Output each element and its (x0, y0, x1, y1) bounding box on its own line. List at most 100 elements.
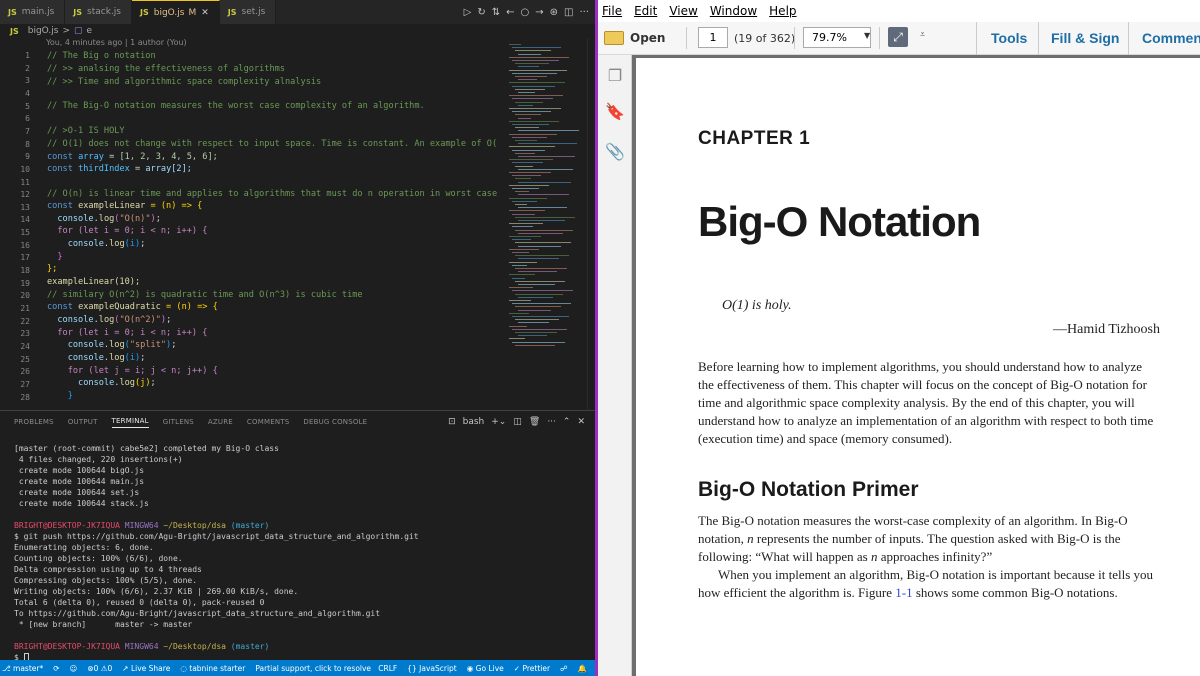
panel-tab-debug-console[interactable]: DEBUG CONSOLE (303, 418, 367, 426)
js-file-icon: JS (227, 7, 237, 17)
sync-icon[interactable]: ⟳ (53, 664, 59, 673)
split-editor-icon[interactable]: ◫ (564, 7, 573, 18)
minimap-line (518, 53, 541, 55)
minimap-line (512, 200, 537, 202)
panel-tab-gitlens[interactable]: GITLENS (163, 418, 194, 426)
zoom-input[interactable]: 79.7% ▼ (803, 27, 871, 48)
more-icon[interactable]: ··· (547, 417, 556, 427)
new-terminal-icon[interactable]: +⌄ (491, 417, 506, 427)
line-number: 17 (20, 253, 30, 263)
minimap-line (518, 168, 573, 170)
terminal-panel: PROBLEMS OUTPUT TERMINAL GITLENS AZURE COMMEN… (0, 410, 595, 663)
breadcrumb-symbol[interactable]: e (87, 26, 93, 36)
trash-icon[interactable]: 🗑 (529, 417, 540, 427)
eol-indicator[interactable]: CRLF (378, 664, 397, 673)
editor-actions: ▷ ↻ ⇅ ← ○ → ⊛ ◫ ··· (464, 0, 589, 24)
comment-tab[interactable]: Commen (1142, 30, 1200, 46)
code-editor[interactable]: 1 2 3 4 5 6 7 8 9 10 11 12 13 14 15 16 17 18 19 20 21 22 23 24 2… (0, 49, 505, 409)
panel-tab-problems[interactable]: PROBLEMS (14, 418, 54, 426)
bookmark-icon[interactable]: 🔖 (605, 101, 625, 121)
menu-edit[interactable]: Edit (634, 4, 657, 18)
editor-scrollbar[interactable] (587, 38, 595, 410)
tab-bigo-js[interactable]: JS bigO.js M ✕ (132, 0, 220, 24)
tab-stack-js[interactable]: JS stack.js (65, 0, 132, 24)
line-number: 19 (20, 278, 30, 288)
notifications-icon[interactable]: 🔔 (578, 664, 587, 673)
terminal-output[interactable]: [master (root-commit) cabe5e2] completed… (14, 443, 584, 663)
shell-name[interactable]: bash (463, 417, 485, 427)
language-mode[interactable]: {} JavaScript (407, 664, 457, 673)
toolbar-overflow-icon[interactable]: ⩡ (920, 30, 925, 40)
terminal-line: To https://github.com/Agu-Bright/javascr… (14, 609, 381, 618)
code-line: for (let i = 0; i < n; i++) { (57, 328, 208, 338)
panel-tab-terminal[interactable]: TERMINAL (111, 417, 149, 428)
attachment-icon[interactable]: 📎 (605, 141, 625, 161)
git-lens-icon[interactable]: ⊛ (550, 7, 558, 18)
pdf-page: CHAPTER 1 Big-O Notation O(1) is holy. —… (636, 58, 1200, 676)
minimap-line (515, 114, 541, 116)
code-line: exampleLinear(10); (47, 277, 141, 287)
prettier-status[interactable]: ✓ Prettier (514, 664, 550, 673)
go-live-button[interactable]: ◉ Go Live (467, 664, 504, 673)
line-number: 21 (20, 304, 30, 313)
panel-tab-azure[interactable]: AZURE (208, 418, 233, 426)
close-panel-icon[interactable]: ✕ (577, 417, 585, 427)
zoom-value: 79.7% (812, 31, 847, 44)
open-button[interactable]: Open (604, 28, 665, 48)
breadcrumb-file[interactable]: bigO.js (28, 26, 59, 36)
minimap-line (512, 98, 553, 100)
toolbar: Open 1 (19 of 362) 79.7% ▼ ⤢ ⩡ Tools Fill… (598, 22, 1200, 55)
timeline-icon[interactable]: ↻ (477, 7, 485, 18)
toolbar-separator (686, 27, 687, 49)
nav-dot-icon[interactable]: ○ (520, 7, 529, 18)
accounts-icon[interactable]: ☺ (70, 664, 78, 673)
tab-main-js[interactable]: JS main.js (0, 0, 66, 24)
page-number-input[interactable]: 1 (698, 27, 728, 48)
problems-count[interactable]: ⊗0 ⚠0 (87, 664, 112, 673)
git-blame-annotation[interactable]: You, 4 minutes ago | 1 author (You) (46, 38, 187, 47)
chevron-down-icon[interactable]: ▼ (864, 31, 870, 40)
maximize-panel-icon[interactable]: ⌃ (563, 417, 571, 427)
terminal-line: Enumerating objects: 6, done. (14, 543, 154, 552)
menu-file[interactable]: File (602, 4, 622, 18)
tab-set-js[interactable]: JS set.js (219, 0, 277, 24)
minimap-line (509, 120, 559, 122)
more-actions-icon[interactable]: ··· (579, 7, 589, 18)
code-line: console.log(i); (67, 353, 146, 363)
tabnine-status[interactable]: ◌ tabnine starter (180, 664, 245, 673)
feedback-icon[interactable]: ☍ (560, 664, 568, 673)
fill-sign-tab[interactable]: Fill & Sign (1051, 30, 1119, 46)
tools-tab[interactable]: Tools (991, 30, 1027, 46)
back-icon[interactable]: ← (506, 7, 514, 18)
run-icon[interactable]: ▷ (464, 7, 472, 18)
close-tab-icon[interactable]: ✕ (201, 8, 209, 18)
minimap-line (509, 133, 557, 135)
menu-window[interactable]: Window (710, 4, 757, 18)
split-terminal-icon[interactable]: ◫ (513, 417, 522, 427)
figure-link[interactable]: 1-1 (895, 585, 912, 600)
toolbar-separator (976, 22, 977, 55)
live-share-button[interactable]: ↗ Live Share (122, 664, 170, 673)
code-line: } (67, 391, 73, 401)
minimap-line (515, 344, 555, 346)
terminal-line: create mode 100644 set.js (14, 488, 140, 497)
minimap[interactable] (505, 38, 587, 410)
panel-tab-output[interactable]: OUTPUT (68, 418, 98, 426)
minimap-line (509, 82, 565, 84)
forward-icon[interactable]: → (535, 7, 543, 18)
menu-view[interactable]: View (669, 4, 697, 18)
page-thumbnails-icon[interactable]: ❐ (606, 65, 624, 85)
git-branch[interactable]: ⎇ master* (2, 664, 43, 673)
code-line: console.log("O(n^2)"); (57, 315, 172, 325)
vscode-window: JS main.js JS stack.js JS bigO.js M ✕ JS set.j… (0, 0, 595, 676)
minimap-line (518, 335, 547, 337)
minimap-line (512, 162, 543, 164)
document-viewport[interactable]: CHAPTER 1 Big-O Notation O(1) is holy. —… (632, 55, 1200, 676)
menu-help[interactable]: Help (769, 4, 796, 18)
panel-tab-comments[interactable]: COMMENTS (247, 418, 289, 426)
minimap-line (512, 85, 555, 87)
partial-support-status[interactable]: Partial support, click to resolve (255, 664, 371, 673)
line-number: 18 (20, 266, 30, 276)
fit-page-icon[interactable]: ⤢ (888, 27, 908, 47)
git-compare-icon[interactable]: ⇅ (492, 7, 500, 18)
